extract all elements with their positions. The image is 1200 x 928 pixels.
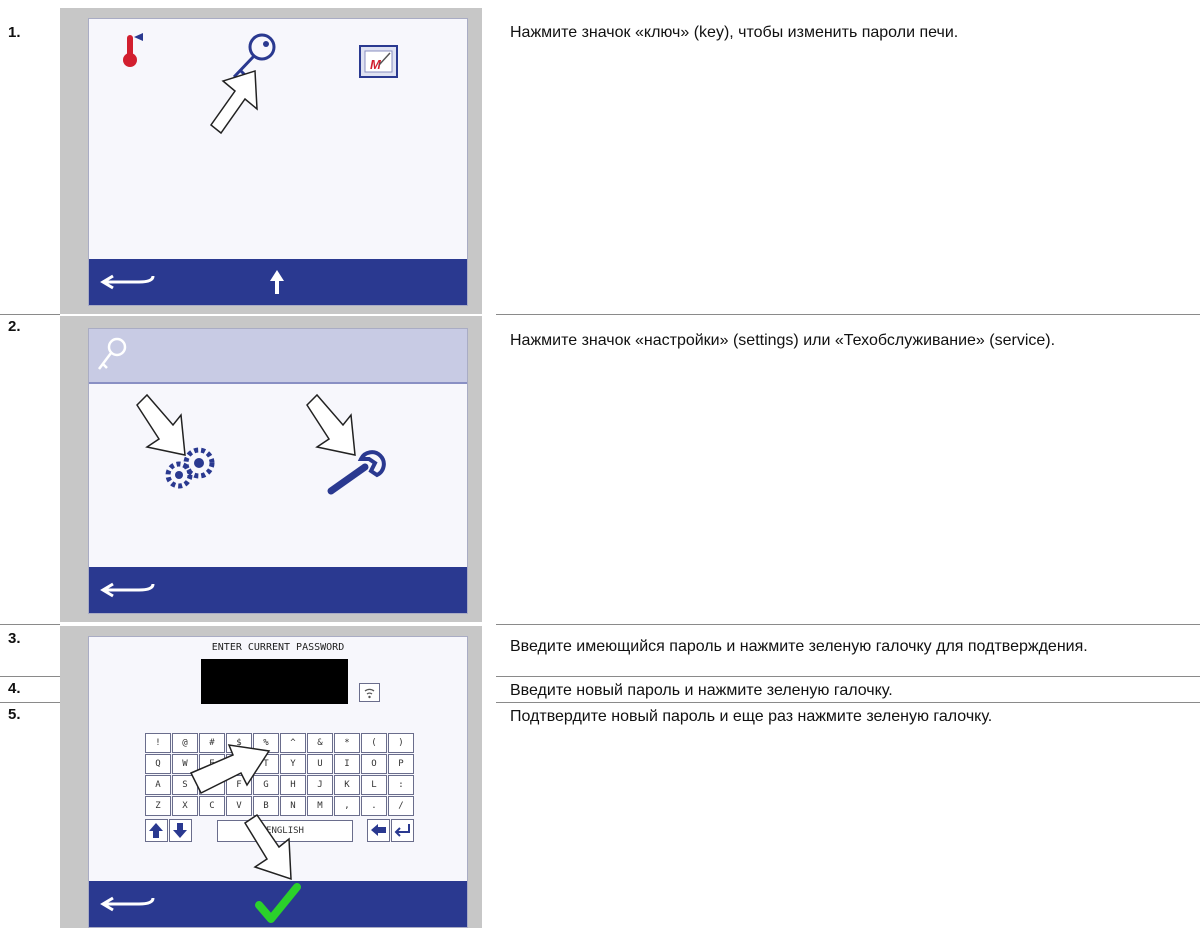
divider (0, 624, 60, 625)
bottom-bar (89, 881, 467, 927)
step-description: Введите имеющийся пароль и нажмите зелен… (510, 638, 1088, 655)
divider (496, 676, 1200, 677)
keyboard-key[interactable]: K (334, 775, 360, 795)
keyboard-key[interactable]: P (388, 754, 414, 774)
back-arrow-icon[interactable] (99, 892, 169, 916)
header-strip (89, 329, 467, 384)
bottom-bar (89, 259, 467, 305)
password-field[interactable] (201, 659, 348, 704)
wifi-icon[interactable] (359, 683, 381, 703)
keyboard-key[interactable]: A (145, 775, 171, 795)
divider (496, 314, 1200, 315)
shift-keys (145, 819, 192, 842)
pointer-arrow (243, 813, 292, 881)
back-arrow-icon[interactable] (99, 578, 169, 602)
keyboard-key[interactable]: ! (145, 733, 171, 753)
step-description: Нажмите значок «настройки» (settings) ил… (510, 332, 1056, 349)
green-check-icon[interactable] (253, 883, 303, 925)
pointer-arrow (306, 393, 356, 456)
divider (496, 624, 1200, 625)
step-number: 3. (8, 630, 21, 647)
keyboard-key[interactable]: O (361, 754, 387, 774)
back-arrow-icon[interactable] (99, 270, 169, 294)
keyboard-key[interactable]: U (307, 754, 333, 774)
thermometer-icon[interactable] (119, 31, 147, 71)
bottom-bar (89, 567, 467, 613)
keyboard-key[interactable]: . (361, 796, 387, 816)
keyboard-key[interactable]: & (307, 733, 333, 753)
keyboard-key[interactable]: / (388, 796, 414, 816)
step-description: Нажмите значок «ключ» (key), чтобы измен… (510, 24, 959, 41)
keyboard-key[interactable]: ) (388, 733, 414, 753)
step-number: 1. (8, 24, 21, 41)
keyboard-key[interactable]: , (334, 796, 360, 816)
keyboard-key[interactable]: Q (145, 754, 171, 774)
keyboard-key[interactable]: L (361, 775, 387, 795)
password-prompt: ENTER CURRENT PASSWORD (211, 642, 345, 653)
oven-image-icon[interactable]: M (359, 45, 399, 79)
pointer-arrow (136, 393, 186, 456)
divider (0, 702, 60, 703)
oven-screen-enter-password: ENTER CURRENT PASSWORD !@#$%^&*()QWERTYU… (88, 636, 468, 928)
keyboard-key[interactable]: Z (145, 796, 171, 816)
oven-screen-password-menu (88, 328, 468, 614)
keyboard-key[interactable]: J (307, 775, 333, 795)
key-icon (98, 337, 127, 370)
keyboard-key[interactable]: I (334, 754, 360, 774)
step-number: 4. (8, 680, 21, 697)
step-description: Подтвердите новый пароль и еще раз нажми… (510, 708, 993, 725)
keyboard-key[interactable]: ( (361, 733, 387, 753)
divider (0, 314, 60, 315)
edit-keys (367, 819, 414, 842)
step-description: Введите новый пароль и нажмите зеленую г… (510, 682, 893, 699)
divider (496, 702, 1200, 703)
step-number: 5. (8, 706, 21, 723)
pointer-arrow (209, 69, 258, 135)
keyboard-key[interactable]: : (388, 775, 414, 795)
up-arrow-icon[interactable] (267, 268, 287, 298)
step-number: 2. (8, 318, 21, 335)
pointer-arrow (189, 744, 271, 795)
keyboard-key[interactable]: * (334, 733, 360, 753)
divider (0, 676, 60, 677)
oven-screen-main: M (88, 18, 468, 306)
